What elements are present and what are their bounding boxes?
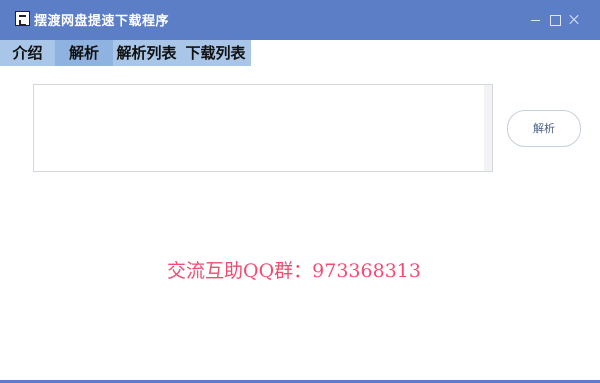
title-bar: 摆渡网盘提速下载程序	[0, 0, 600, 40]
link-input[interactable]	[33, 84, 493, 172]
tab-parse-list[interactable]: 解析列表	[113, 40, 180, 66]
parse-button[interactable]: 解析	[507, 110, 581, 147]
tab-intro[interactable]: 介绍	[0, 40, 55, 66]
window-title: 摆渡网盘提速下载程序	[34, 14, 170, 29]
maximize-icon[interactable]	[548, 13, 562, 27]
app-logo-icon	[15, 11, 30, 26]
qq-group-banner: 交流互助QQ群：973368313	[0, 256, 600, 283]
tab-parse[interactable]: 解析	[55, 40, 113, 66]
input-scrollbar[interactable]	[484, 85, 492, 171]
close-icon[interactable]	[567, 13, 581, 27]
minimize-icon[interactable]	[529, 13, 543, 27]
qq-group-text: 交流互助QQ群：973368313	[167, 260, 421, 282]
tab-bar: 介绍 解析 解析列表 下载列表	[0, 40, 600, 66]
tab-download-list[interactable]: 下载列表	[180, 40, 251, 66]
